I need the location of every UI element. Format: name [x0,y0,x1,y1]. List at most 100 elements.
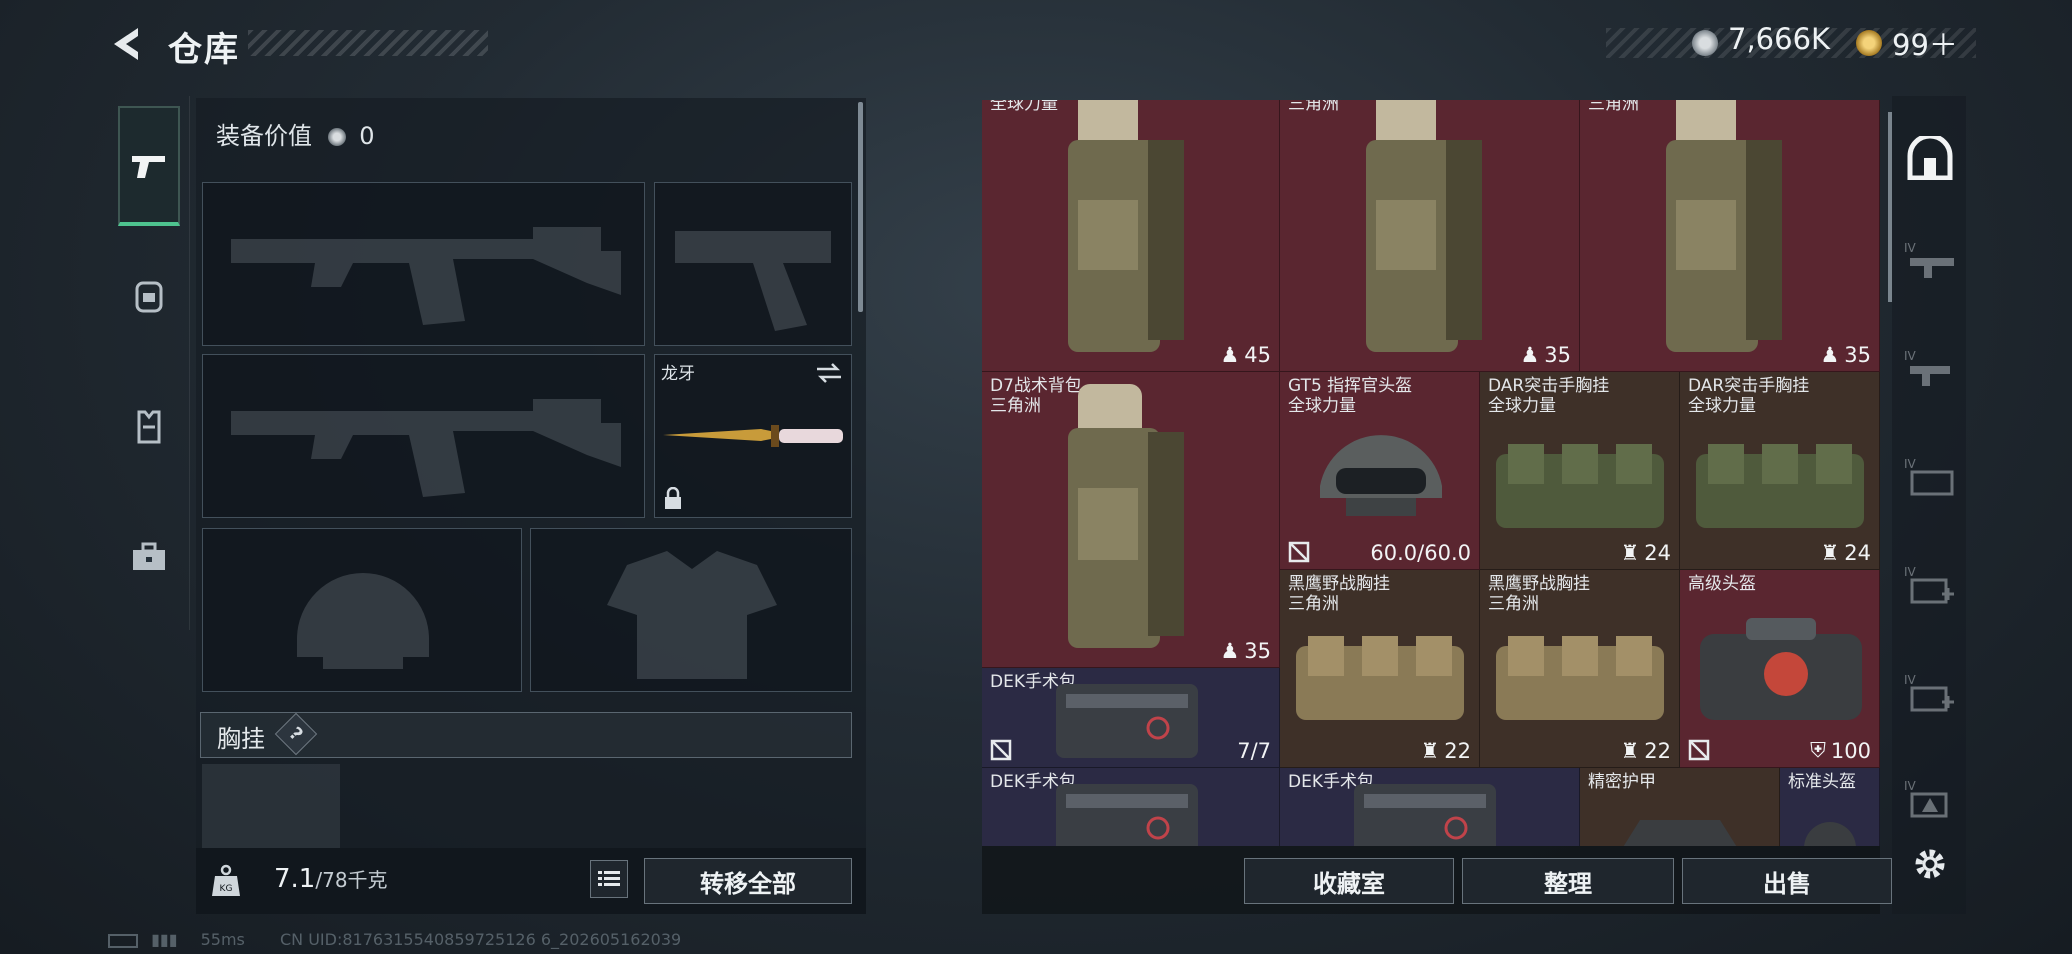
help-icon[interactable]: ? [274,712,318,756]
helmet-icon [1320,435,1442,516]
secondary-weapon-slot[interactable] [202,354,645,518]
chest-rig-icon [1496,636,1664,720]
stash-item-backpack[interactable]: 三角洲 ♟ 35 [1580,100,1880,372]
stash-item-dek-kit[interactable]: DEK手术包 [1280,768,1580,846]
status-footer: ▮▮▮ 55ms CN UID:8176315540859725126 6_20… [108,930,681,949]
item-value-text: 35 [1544,343,1571,367]
uid-text: CN UID:8176315540859725126 6_20260516203… [279,930,682,949]
signal-icon: ▮▮▮ [151,930,178,949]
stash-item-dek-kit[interactable]: DEK手术包 7/7 [982,668,1280,768]
no-repair-icon [1688,739,1710,761]
item-name: 三角洲 [1288,100,1339,114]
stash-item-backpack[interactable]: 三角洲 ♟ 35 [1280,100,1580,372]
gear-icon [1915,849,1945,879]
melee-slot[interactable]: 龙牙 [654,354,852,518]
filter-misc-iv[interactable]: IV [1902,770,1958,826]
sell-button[interactable]: 出售 [1682,858,1892,904]
stash-item-dek-kit[interactable]: DEK手术包 [982,768,1280,846]
item-value-text: 35 [1244,639,1271,663]
helmet-slot[interactable] [202,528,522,692]
folder-filter-icon: IV [1904,457,1954,496]
item-value: ♟ 35 [1520,343,1571,367]
stash-item-d7-backpack[interactable]: D7战术背包 三角洲 ♟ 35 [982,372,1280,668]
svg-text:IV: IV [1904,241,1917,255]
coin-icon [327,128,346,146]
smg-filter-icon: IV [1904,349,1950,386]
weight-max: /78千克 [315,868,388,892]
swap-icon[interactable] [815,361,843,385]
durability-icon: ♟ [1220,343,1240,367]
item-faction: 三角洲 [1288,594,1339,614]
item-name-text: DAR突击手胸挂 [1488,376,1610,396]
item-value: ♜ 24 [1620,541,1671,565]
filter-rifle-iv[interactable]: IV [1902,232,1958,288]
tab-backpack[interactable] [118,264,180,326]
rifle-silhouette-icon [231,227,621,325]
item-uses: 7/7 [1237,739,1271,763]
sort-button[interactable]: 整理 [1462,858,1674,904]
item-name: 全球力量 [990,100,1058,114]
item-name: 黑鹰野战胸挂 三角洲 [1488,574,1590,614]
tab-vest[interactable] [118,396,180,458]
stash-item-backpack[interactable]: 全球力量 ♟ 45 [982,100,1280,372]
tab-toolbox[interactable] [118,526,180,588]
vault-icon [1907,136,1953,180]
item-value: ♟ 45 [1220,343,1271,367]
filter-smg-iv[interactable]: IV [1902,340,1958,396]
back-arrow-icon[interactable] [108,24,148,64]
svg-text:IV: IV [1904,779,1917,793]
list-view-button[interactable] [590,860,628,898]
armor-slot[interactable] [530,528,852,692]
item-faction: 全球力量 [1488,396,1556,416]
backpack-icon [135,281,163,313]
stash-item-black-eagle-rig[interactable]: 黑鹰野战胸挂 三角洲 ♜ 22 [1280,570,1480,768]
collection-room-button[interactable]: 收藏室 [1244,858,1454,904]
item-value-text: 24 [1844,541,1871,565]
loadout-scrollbar[interactable] [858,102,863,312]
stash-item-standard-helmet[interactable]: 标准头盔 [1780,768,1880,846]
gold-coin-icon [1856,30,1882,56]
chest-rig-icon [1296,636,1464,720]
medkit-icon [1056,784,1198,846]
durability-icon: ♟ [1520,343,1540,367]
capacity-icon: ♜ [1620,739,1640,763]
ping-text: 55ms [200,930,245,949]
filter-medkit-iv[interactable]: IV [1902,556,1958,612]
item-durability: 60.0/60.0 [1370,541,1471,565]
svg-text:IV: IV [1904,673,1917,687]
rifle-silhouette-icon [231,399,621,497]
item-value: ♟ 35 [1820,343,1871,367]
stash-item-gt5-helmet[interactable]: GT5 指挥官头盔 全球力量 60.0/60.0 [1280,372,1480,570]
weight-icon: KG [212,864,240,896]
capacity-icon: ♜ [1820,541,1840,565]
knife-icon [663,425,843,447]
stash-item-advanced-helmet[interactable]: 高级头盔 ⛨ 100 [1680,570,1880,768]
svg-text:KG: KG [220,884,233,894]
item-faction: 三角洲 [990,396,1041,416]
primary-weapon-slot[interactable] [202,182,645,346]
stash-item-dar-chest-rig[interactable]: DAR突击手胸挂 全球力量 ♜ 24 [1680,372,1880,570]
transfer-all-button[interactable]: 转移全部 [644,858,852,904]
tab-weapons[interactable] [118,106,180,226]
weight-readout: 7.1/78千克 [274,864,388,894]
battery-icon [108,933,138,948]
settings-button[interactable] [1908,842,1952,886]
tekniq-coin-icon [1692,30,1718,56]
medkit-icon [1354,784,1496,846]
medkit-icon [1056,684,1198,758]
filter-folder-iv[interactable]: IV [1902,448,1958,504]
durability-icon: ♟ [1220,639,1240,663]
stash-item-black-eagle-rig[interactable]: 黑鹰野战胸挂 三角洲 ♜ 22 [1480,570,1680,768]
item-name: 黑鹰野战胸挂 三角洲 [1288,574,1390,614]
stash-item-precision-armor[interactable]: 精密护甲 [1580,768,1780,846]
title-decoration [248,30,488,56]
item-value-text: 35 [1844,343,1871,367]
stash-item-dar-chest-rig[interactable]: DAR突击手胸挂 全球力量 ♜ 24 [1480,372,1680,570]
sidearm-slot[interactable] [654,182,852,346]
filter-all[interactable] [1902,130,1958,186]
chest-rig-label: 胸挂 [217,725,265,753]
filter-medical-iv[interactable]: IV [1902,664,1958,720]
medkit-filter-icon: IV [1904,565,1954,604]
toolbox-icon [133,542,165,570]
chest-rig-slot[interactable] [202,764,340,848]
